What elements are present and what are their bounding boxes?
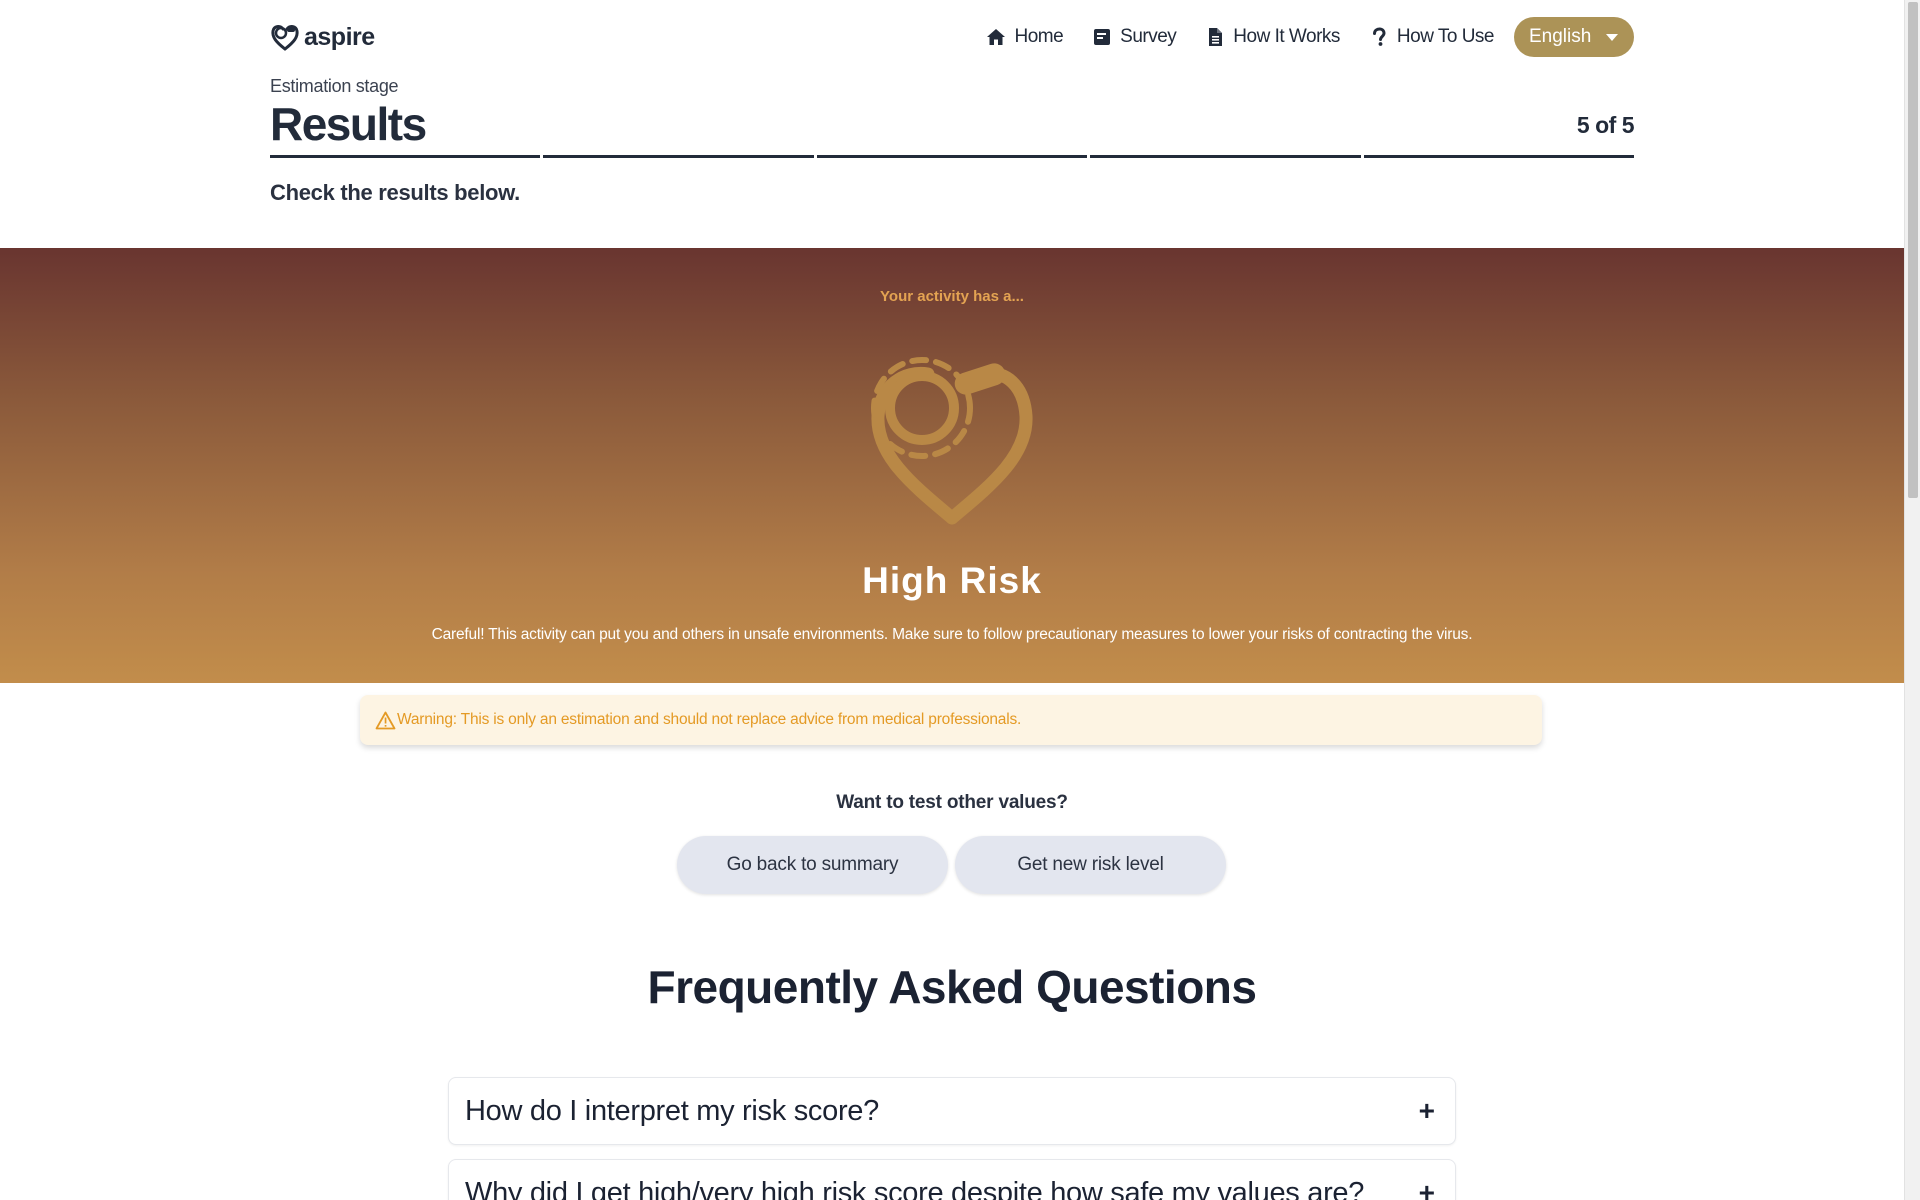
progress-segment [1090, 155, 1361, 158]
stage-count: 5 of 5 [1576, 112, 1635, 138]
progress-bar [270, 155, 1635, 159]
caret-down-icon [1606, 33, 1618, 41]
stage-label: Estimation stage [270, 76, 399, 96]
faq-title: Frequently Asked Questions [647, 961, 1258, 1013]
heart-virus-icon [871, 357, 1033, 525]
back-to-summary-button[interactable]: Go back to summary [677, 836, 948, 894]
brand[interactable]: aspire [270, 22, 375, 52]
nav-how-it-works-label: How It Works [1233, 26, 1340, 47]
new-risk-level-button[interactable]: Get new risk level [955, 836, 1226, 894]
scrollbar-thumb[interactable] [1908, 2, 1918, 498]
risk-level: High Risk [862, 560, 1042, 601]
faq-item[interactable]: Why did I get high/very high risk score … [448, 1159, 1456, 1200]
nav-home-label: Home [1014, 26, 1064, 47]
faq-question: Why did I get high/very high risk score … [465, 1176, 1365, 1200]
home-icon [987, 29, 1006, 45]
brand-name: aspire [304, 22, 375, 51]
question-icon [1372, 27, 1386, 46]
survey-icon [1094, 29, 1111, 45]
result-hero: Your activity has a... High Risk Careful… [0, 248, 1904, 683]
warning-banner: Warning: This is only an estimation and … [360, 695, 1542, 745]
language-selected: English [1529, 26, 1592, 47]
result-kicker: Your activity has a... [880, 288, 1024, 305]
nav-links: Home Survey How It Works How To Use Engl… [957, 17, 1634, 57]
nav-how-to-use[interactable]: How To Use [1369, 26, 1495, 48]
plus-icon[interactable]: + [1419, 1095, 1435, 1127]
nav-how-to-use-label: How To Use [1396, 26, 1495, 47]
progress-segment [543, 155, 814, 158]
nav-survey[interactable]: Survey [1092, 26, 1177, 48]
heart-logo-icon [271, 25, 299, 51]
nav-home[interactable]: Home [986, 26, 1064, 48]
risk-description: Careful! This activity can put you and o… [431, 626, 1473, 643]
warning-text: Warning: This is only an estimation and … [397, 711, 1022, 728]
progress-segment [816, 155, 1088, 158]
retest-question: Want to test other values? [836, 792, 1068, 813]
language-select[interactable]: English [1514, 17, 1634, 57]
stage-row: Results 5 of 5 [270, 97, 1635, 151]
instructions: Check the results below. [270, 180, 520, 205]
nav-how-it-works[interactable]: How It Works [1205, 26, 1340, 48]
page: aspire Home Survey How It Works How To U… [0, 0, 1904, 1200]
warning-triangle-icon [375, 711, 396, 729]
faq-item[interactable]: How do I interpret my risk score? + [448, 1077, 1456, 1145]
plus-icon[interactable]: + [1419, 1177, 1435, 1200]
document-icon [1209, 28, 1223, 46]
stage-header: Estimation stage Results 5 of 5 [270, 76, 1635, 151]
page-title: Results [270, 98, 427, 150]
progress-segment [270, 155, 541, 158]
progress-segment [1363, 155, 1635, 158]
retest-buttons: Go back to summary Get new risk level [677, 836, 1226, 894]
nav-survey-label: Survey [1120, 26, 1177, 47]
faq-question: How do I interpret my risk score? [465, 1094, 879, 1127]
vertical-scrollbar[interactable] [1904, 0, 1920, 1200]
navbar: aspire Home Survey How It Works How To U… [270, 0, 1634, 74]
